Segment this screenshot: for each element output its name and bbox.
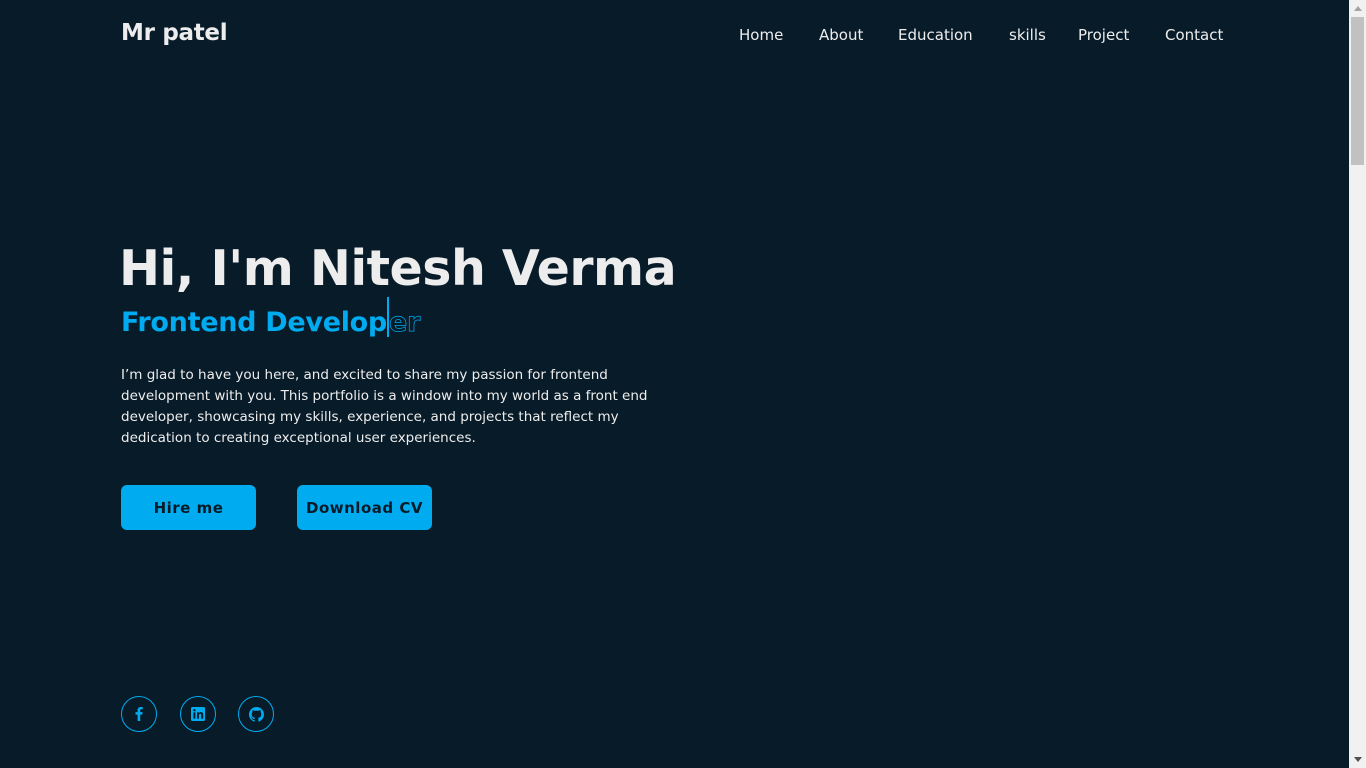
main-nav: Home About Education skills Project Cont… (0, 26, 1349, 46)
linkedin-icon (191, 707, 205, 721)
page: Mr patel Home About Education skills Pro… (0, 0, 1366, 768)
hero-description: I’m glad to have you here, and excited t… (121, 367, 648, 446)
nav-home[interactable]: Home (739, 26, 783, 44)
nav-about[interactable]: About (819, 26, 863, 44)
nav-skills[interactable]: skills (1009, 26, 1046, 44)
github-link[interactable] (238, 696, 274, 732)
nav-education[interactable]: Education (898, 26, 973, 44)
hero-role: Frontend Develop er (121, 297, 421, 345)
role-outline-text: er (388, 306, 421, 338)
linkedin-link[interactable] (180, 696, 216, 732)
hero-title: Hi, I'm Nitesh Verma (119, 240, 677, 297)
scroll-down-arrow-icon[interactable] (1349, 751, 1366, 768)
facebook-link[interactable] (121, 696, 157, 732)
hire-me-button[interactable]: Hire me (121, 485, 256, 530)
scroll-up-arrow-icon[interactable] (1349, 0, 1366, 17)
site-header: Mr patel Home About Education skills Pro… (0, 0, 1349, 72)
facebook-icon (135, 707, 143, 721)
typing-cursor (386, 297, 389, 337)
scrollbar-thumb[interactable] (1351, 17, 1364, 165)
role-typed-text: Frontend Develop (121, 306, 387, 338)
nav-project[interactable]: Project (1078, 26, 1129, 44)
download-cv-button[interactable]: Download CV (297, 485, 432, 530)
vertical-scrollbar[interactable] (1349, 0, 1366, 768)
github-icon (248, 706, 264, 722)
nav-contact[interactable]: Contact (1165, 26, 1223, 44)
